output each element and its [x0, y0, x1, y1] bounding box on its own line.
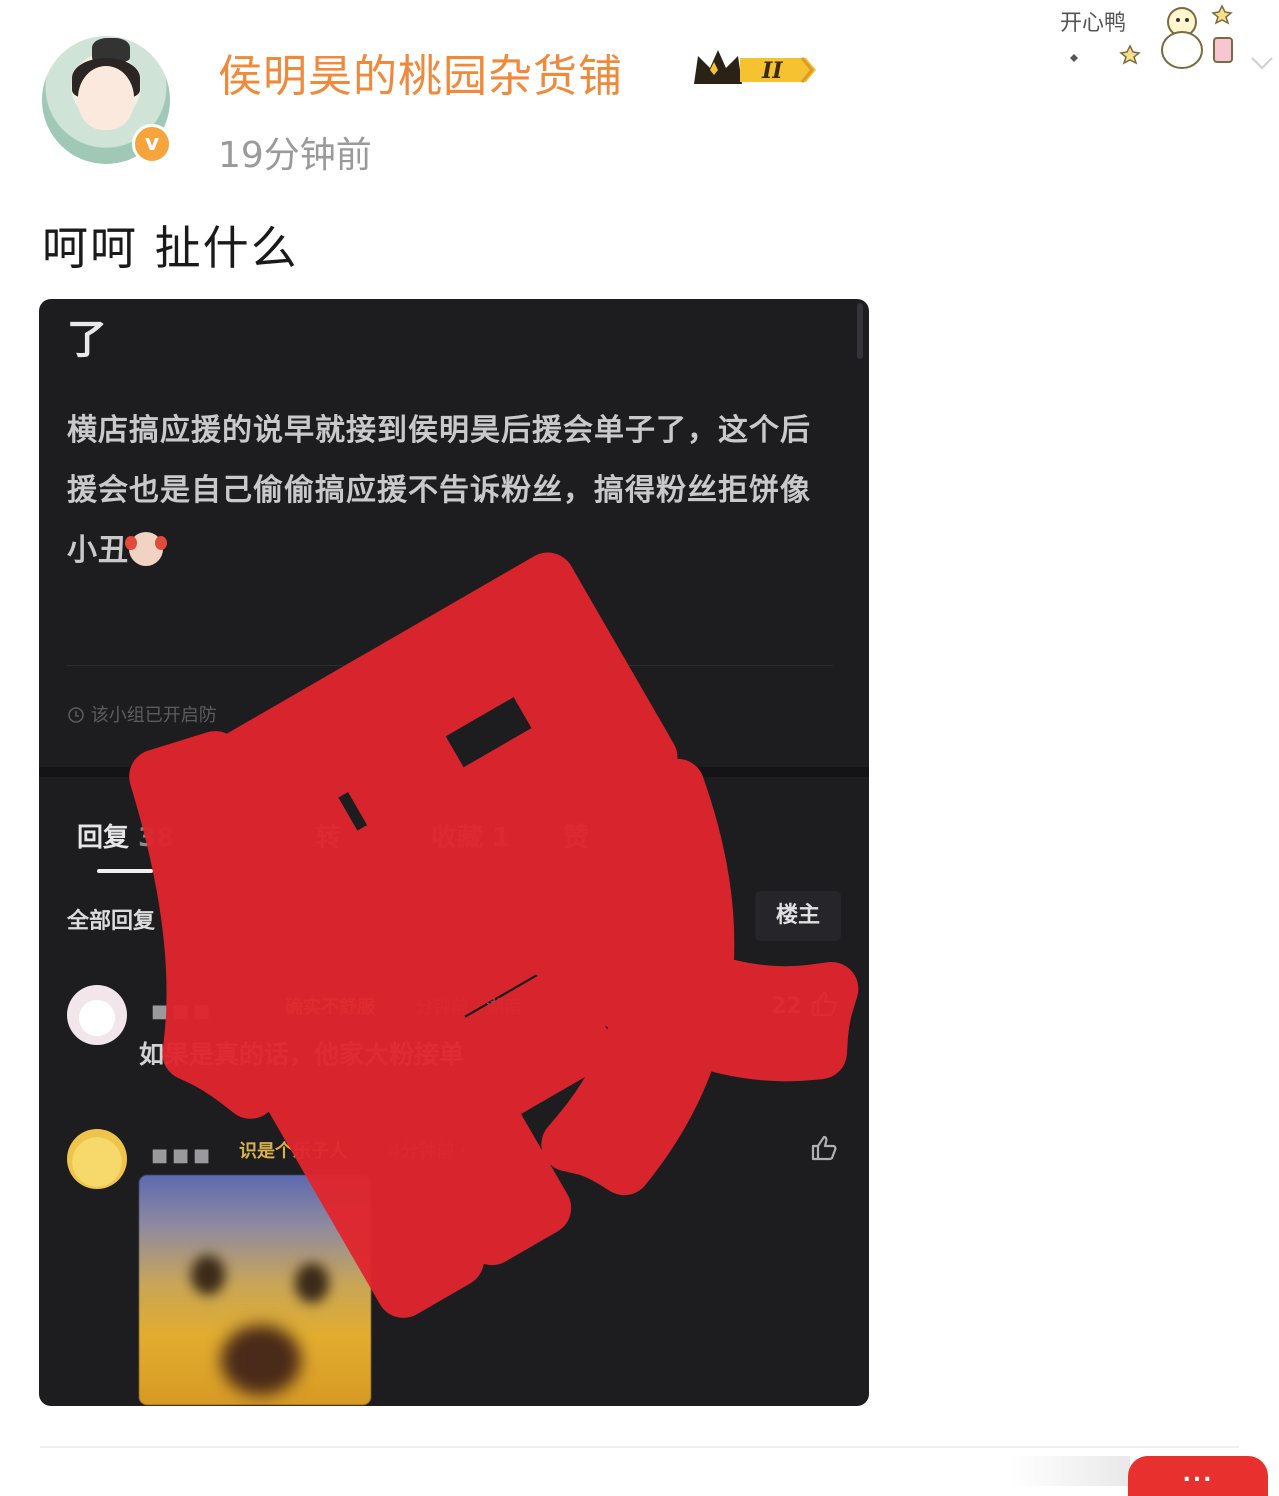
scrollbar — [857, 303, 863, 359]
comment-author[interactable]: ■■■ — [151, 1001, 214, 1022]
footer-fade — [1010, 1456, 1130, 1486]
author-name[interactable]: 侯明昊的桃园杂货铺 — [218, 40, 623, 104]
comment-avatar[interactable] — [67, 1129, 127, 1189]
footer-action-button[interactable]: ... — [1128, 1456, 1268, 1496]
comment-author[interactable]: ■■■ — [151, 1145, 214, 1166]
comment-like-button[interactable] — [809, 1133, 839, 1163]
notice-icon — [68, 707, 84, 723]
thumb-up-icon — [811, 1135, 837, 1161]
op-only-button[interactable]: 楼主 — [755, 891, 841, 941]
tab-favorites[interactable]: 收藏 1 — [431, 817, 510, 854]
all-replies-label[interactable]: 全部回复 — [67, 903, 155, 935]
tab-repost[interactable]: 转 — [315, 817, 341, 854]
comment-text: 如果是真的话，他家大粉接单 — [139, 1040, 465, 1069]
embedded-screenshot[interactable]: 了 横店搞应援的说早就接到侯明昊后援会单子了，这个后援会也是自己偷偷搞应援不告诉… — [39, 299, 869, 1406]
tab-likes[interactable]: 赞 — [563, 817, 589, 854]
clown-emoji-icon — [125, 532, 167, 566]
verified-badge-icon: v — [132, 124, 172, 164]
embedded-body: 横店搞应援的说早就接到侯明昊后援会单子了，这个后援会也是自己偷偷搞应援不告诉粉丝… — [67, 401, 827, 581]
sticker-text: 开心鸭 — [1060, 11, 1126, 36]
section-separator — [39, 767, 869, 777]
comment-tag: 识是个乐子人 — [239, 1141, 347, 1162]
footer-divider — [40, 1446, 1239, 1448]
comment-meta: 分钟前 · 湖南 — [415, 997, 523, 1018]
comment-like-button[interactable]: 22 — [771, 989, 839, 1019]
thumb-up-icon — [812, 991, 837, 1017]
notice-text: 该小组已开启防 — [90, 705, 217, 726]
embedded-title: 了 — [67, 317, 107, 363]
member-level-label: II — [761, 58, 783, 84]
post-text: 呵呵 扯什么 — [42, 221, 299, 275]
divider — [67, 665, 833, 666]
comment-like-count: 22 — [771, 994, 802, 1019]
tab-replies[interactable]: 回复 38 — [77, 817, 174, 854]
chevron-down-icon[interactable] — [1248, 48, 1276, 76]
group-notice: 该小组已开启防 — [67, 701, 217, 727]
embedded-body-text: 横店搞应援的说早就接到侯明昊后援会单子了，这个后援会也是自己偷偷搞应援不告诉粉丝… — [67, 413, 811, 568]
comment-avatar[interactable] — [67, 985, 127, 1045]
decorative-sticker: 开心鸭 — [1060, 4, 1233, 69]
comment-meta: 4分钟前 · — [389, 1141, 466, 1162]
comment-image[interactable] — [139, 1175, 371, 1405]
crown-icon[interactable]: II — [690, 44, 820, 94]
post-timestamp: 19分钟前 — [218, 135, 372, 176]
comment-tag: 确实不舒服 — [285, 997, 375, 1018]
active-tab-indicator — [97, 869, 153, 873]
